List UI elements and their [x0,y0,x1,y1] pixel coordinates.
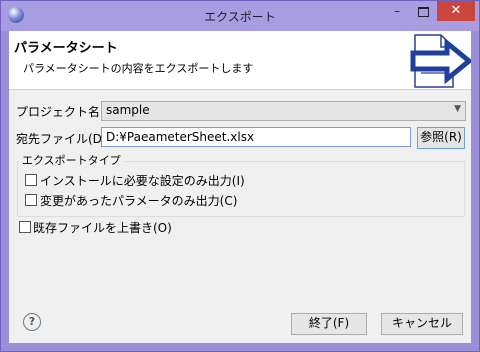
close-button[interactable]: ✕ [437,1,475,21]
finish-button[interactable]: 終了(F) [291,313,367,335]
export-sheet-icon [410,34,471,88]
minimize-button[interactable]: – [384,1,410,21]
wizard-header: パラメータシート パラメータシートの内容をエクスポートします [9,31,471,90]
destination-label: 宛先ファイル(D): [16,132,111,146]
project-value: sample [106,103,150,117]
destination-file-field[interactable] [101,127,411,147]
project-combo[interactable]: sample ▼ [101,101,466,121]
browse-button[interactable]: 参照(R) [417,127,465,149]
page-title: パラメータシート [14,41,118,56]
dialog-window: エクスポート – ✕ パラメータシート パラメータシートの内容をエクスポートしま… [0,0,480,352]
overwrite-label[interactable]: 既存ファイルを上書き(O) [33,219,172,236]
close-icon: ✕ [450,3,462,18]
chevron-down-icon: ▼ [454,104,461,114]
maximize-button[interactable] [410,1,436,21]
overwrite-checkbox[interactable] [19,221,31,233]
destination-file-input[interactable] [102,128,410,146]
dialog-body: パラメータシート パラメータシートの内容をエクスポートします プロジェクト名(P… [9,31,471,343]
changed-params-label[interactable]: 変更があったパラメータのみ出力(C) [40,192,237,209]
title-bar[interactable]: エクスポート – ✕ [1,1,479,31]
install-settings-checkbox[interactable] [25,174,37,186]
maximize-icon [417,6,429,17]
cancel-button[interactable]: キャンセル [381,313,463,335]
changed-params-checkbox[interactable] [25,194,37,206]
page-description: パラメータシートの内容をエクスポートします [23,62,254,75]
install-settings-label[interactable]: インストールに必要な設定のみ出力(I) [40,172,245,189]
help-icon[interactable]: ? [23,313,41,331]
export-type-group-title: エクスポートタイプ [19,152,124,168]
